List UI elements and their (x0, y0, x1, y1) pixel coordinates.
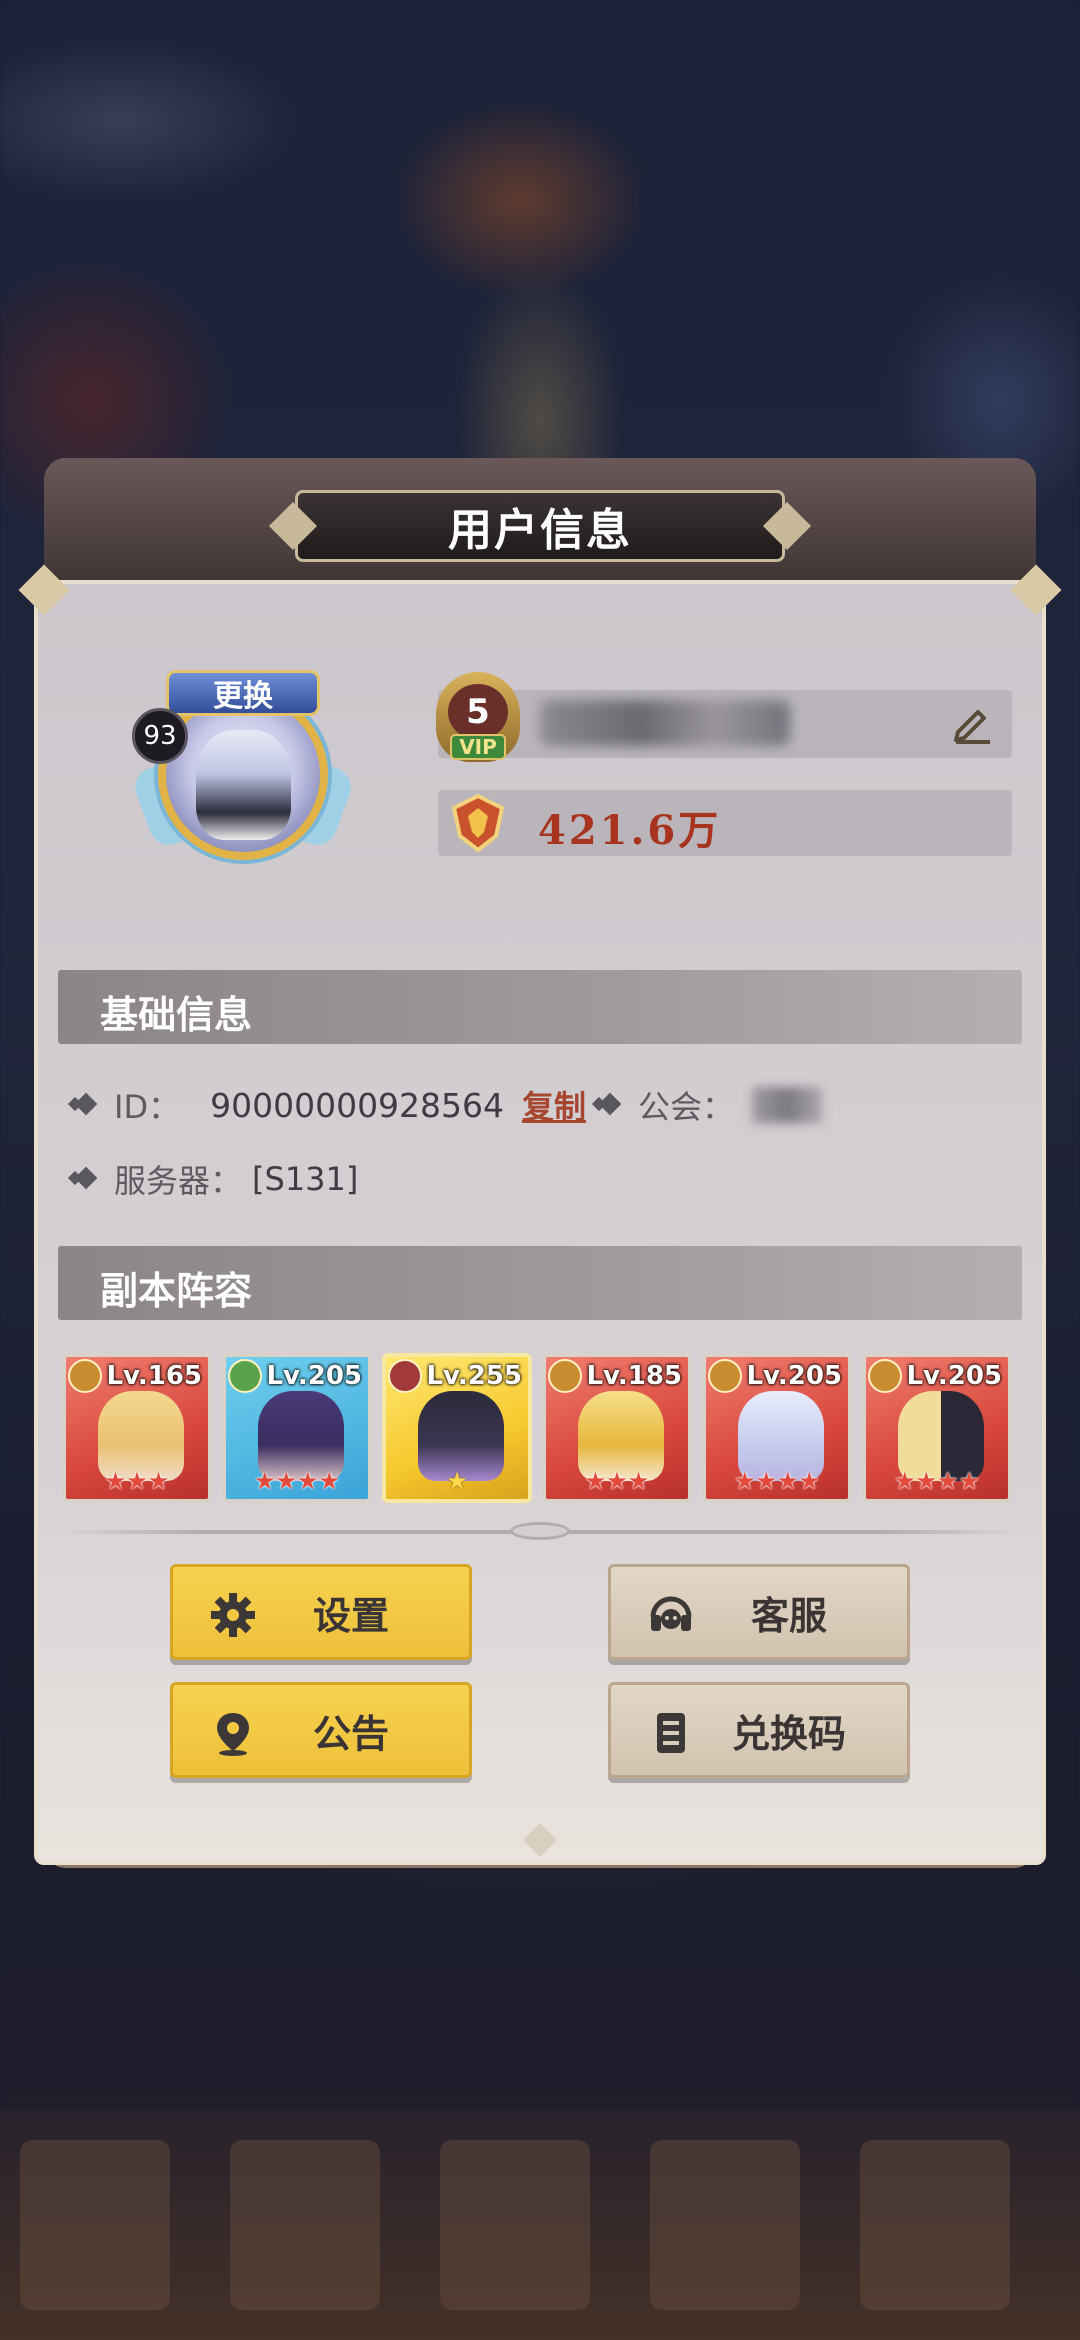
player-name-blurred (540, 700, 790, 746)
hero-stars: ★ (446, 1467, 468, 1495)
hero-card[interactable]: Lv.205 ★★★★ (222, 1353, 372, 1503)
support-label: 客服 (750, 1593, 827, 1638)
power-value: 421.6万 (538, 807, 722, 854)
redeem-code-label: 兑换码 (731, 1711, 846, 1756)
hero-level: Lv.205 (266, 1361, 362, 1391)
server-value: [S131] (252, 1160, 359, 1198)
hero-level: Lv.185 (586, 1361, 682, 1391)
notice-button[interactable]: 公告 (170, 1682, 472, 1778)
avatar[interactable]: 更换 93 (129, 670, 357, 880)
power-bar (438, 790, 1012, 856)
redeem-code-button[interactable]: 兑换码 (608, 1682, 910, 1778)
settings-button[interactable]: 设置 (170, 1564, 472, 1660)
hero-level: Lv.205 (906, 1361, 1002, 1391)
diamond-bullet-icon (70, 1090, 100, 1120)
hero-card[interactable]: Lv.205 ★★★★ (702, 1353, 852, 1503)
divider-ornament (510, 1522, 570, 1540)
vip-level: 5 (448, 684, 508, 740)
guild-label: 公会： (638, 1088, 735, 1126)
hero-card[interactable]: Lv.255 ★ (382, 1353, 532, 1503)
guild-name-blurred (752, 1087, 823, 1123)
settings-label: 设置 (312, 1593, 389, 1638)
change-avatar-button[interactable]: 更换 (166, 670, 320, 716)
vip-tag: VIP (450, 734, 506, 760)
guild-row: 公会： (594, 1082, 823, 1128)
faction-icon (228, 1359, 262, 1393)
hero-card[interactable]: Lv.205 ★★★★ (862, 1353, 1012, 1503)
hero-stars: ★★★★ (733, 1467, 821, 1495)
copy-id-link[interactable]: 复制 (522, 1082, 586, 1128)
power-icon (448, 792, 508, 854)
hero-stars: ★★★★ (253, 1467, 341, 1495)
faction-icon (68, 1359, 102, 1393)
hero-card[interactable]: Lv.165 ★★★ (62, 1353, 212, 1503)
section-lineup: 副本阵容 (58, 1246, 1022, 1320)
faction-icon (388, 1359, 422, 1393)
hero-level: Lv.255 (426, 1361, 522, 1391)
faction-icon (708, 1359, 742, 1393)
section-lineup-title: 副本阵容 (100, 1269, 253, 1313)
dialog-title: 用户信息 (448, 505, 632, 556)
hero-card[interactable]: Lv.185 ★★★ (542, 1353, 692, 1503)
support-button[interactable]: 客服 (608, 1564, 910, 1660)
hero-level: Lv.165 (106, 1361, 202, 1391)
bottom-menu-background (0, 2110, 1080, 2340)
faction-icon (548, 1359, 582, 1393)
hero-level: Lv.205 (746, 1361, 842, 1391)
server-label: 服务器： (114, 1162, 243, 1200)
player-level: 93 (132, 708, 188, 764)
vip-badge: 5 VIP (430, 672, 526, 768)
id-value: 90000000928564 (210, 1085, 505, 1125)
hero-stars: ★★★ (584, 1467, 650, 1495)
dialog-title-plate: 用户信息 (295, 490, 785, 562)
hero-lineup: Lv.165 ★★★ Lv.205 ★★★★ Lv.255 ★ Lv.185 ★… (62, 1353, 1022, 1503)
diamond-bullet-icon (594, 1090, 624, 1120)
section-basic-info: 基础信息 (58, 970, 1022, 1044)
server-row: 服务器： [S131] (70, 1156, 358, 1202)
diamond-bullet-icon (70, 1164, 100, 1194)
edit-icon[interactable] (948, 700, 996, 748)
notice-label: 公告 (312, 1711, 389, 1756)
avatar-portrait (196, 730, 291, 840)
faction-icon (868, 1359, 902, 1393)
hero-stars: ★★★ (104, 1467, 170, 1495)
id-row: ID： 90000000928564 复制 (70, 1082, 586, 1128)
section-basic-info-title: 基础信息 (100, 993, 253, 1037)
hero-stars: ★★★★ (893, 1467, 981, 1495)
id-label: ID： (114, 1088, 181, 1126)
